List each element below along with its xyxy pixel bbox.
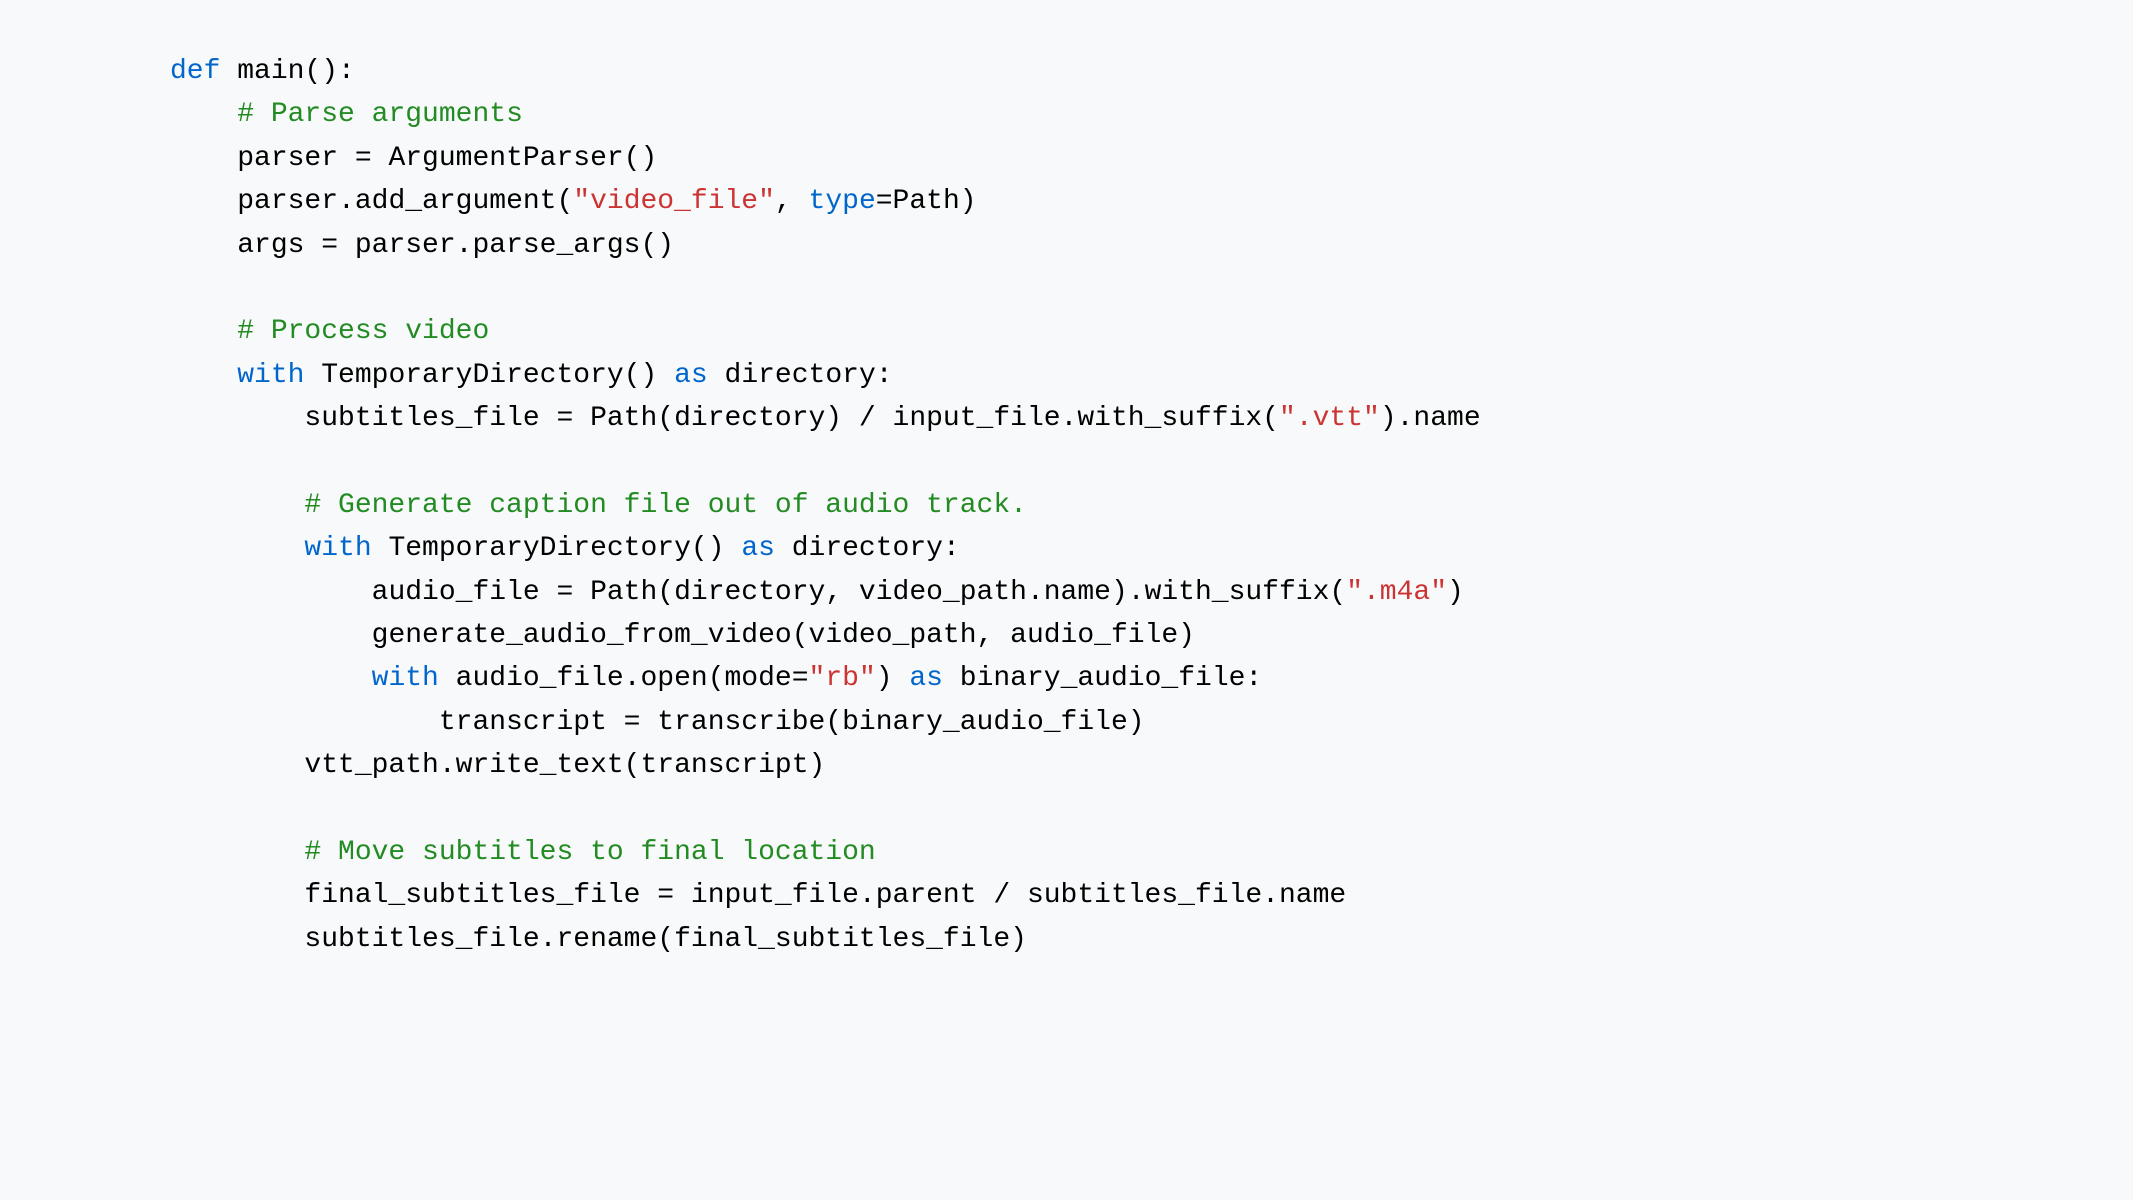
comment: # Move subtitles to final location bbox=[304, 837, 875, 868]
indent bbox=[170, 360, 237, 391]
code-line: final_subtitles_file = input_file.parent… bbox=[304, 880, 1346, 911]
indent bbox=[170, 663, 372, 694]
code-text: , bbox=[775, 186, 809, 217]
indent bbox=[170, 230, 237, 261]
keyword-as: as bbox=[741, 533, 775, 564]
indent bbox=[170, 620, 372, 651]
indent bbox=[170, 99, 237, 130]
code-line: args = parser.parse_args() bbox=[237, 230, 674, 261]
code-line: transcript = transcribe(binary_audio_fil… bbox=[439, 707, 1145, 738]
comment: # Generate caption file out of audio tra… bbox=[304, 490, 1027, 521]
indent bbox=[170, 750, 304, 781]
indent bbox=[170, 316, 237, 347]
builtin-type: type bbox=[809, 186, 876, 217]
code-text: audio_file.open(mode= bbox=[439, 663, 809, 694]
code-text: ) bbox=[876, 663, 910, 694]
indent bbox=[170, 880, 304, 911]
code-text: parser.add_argument( bbox=[237, 186, 573, 217]
code-line: parser = ArgumentParser() bbox=[237, 143, 657, 174]
indent bbox=[170, 403, 304, 434]
indent bbox=[170, 577, 372, 608]
code-text: subtitles_file = Path(directory) / input… bbox=[304, 403, 1279, 434]
code-text: directory: bbox=[775, 533, 960, 564]
code-line: generate_audio_from_video(video_path, au… bbox=[372, 620, 1195, 651]
code-text: ) bbox=[1447, 577, 1464, 608]
code-line: subtitles_file.rename(final_subtitles_fi… bbox=[304, 924, 1027, 955]
indent bbox=[170, 707, 439, 738]
keyword-with: with bbox=[304, 533, 371, 564]
code-text: audio_file = Path(directory, video_path.… bbox=[372, 577, 1347, 608]
indent bbox=[170, 533, 304, 564]
string-literal: ".vtt" bbox=[1279, 403, 1380, 434]
code-text: TemporaryDirectory() bbox=[304, 360, 674, 391]
indent bbox=[170, 837, 304, 868]
comment: # Parse arguments bbox=[237, 99, 523, 130]
indent bbox=[170, 143, 237, 174]
func-sig: main(): bbox=[220, 56, 354, 87]
code-text: ).name bbox=[1380, 403, 1481, 434]
code-line: vtt_path.write_text(transcript) bbox=[304, 750, 825, 781]
string-literal: ".m4a" bbox=[1346, 577, 1447, 608]
keyword-def: def bbox=[170, 56, 220, 87]
code-text: directory: bbox=[708, 360, 893, 391]
indent bbox=[170, 924, 304, 955]
code-text: binary_audio_file: bbox=[943, 663, 1262, 694]
comment: # Process video bbox=[237, 316, 489, 347]
indent bbox=[170, 186, 237, 217]
code-block: def main(): # Parse arguments parser = A… bbox=[0, 0, 2133, 1011]
keyword-with: with bbox=[372, 663, 439, 694]
keyword-as: as bbox=[674, 360, 708, 391]
string-literal: "rb" bbox=[809, 663, 876, 694]
keyword-as: as bbox=[909, 663, 943, 694]
code-text: =Path) bbox=[876, 186, 977, 217]
keyword-with: with bbox=[237, 360, 304, 391]
indent bbox=[170, 490, 304, 521]
code-text: TemporaryDirectory() bbox=[372, 533, 742, 564]
string-literal: "video_file" bbox=[573, 186, 775, 217]
